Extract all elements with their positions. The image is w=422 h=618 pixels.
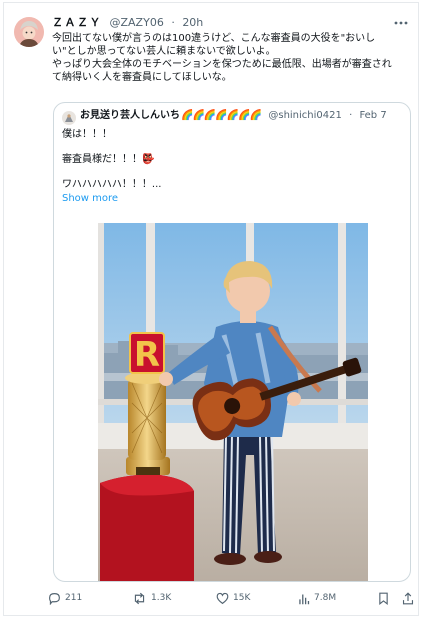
- author-name[interactable]: ＺＡＺＹ: [52, 16, 102, 29]
- quoted-header: お見送り芸人しんいち🌈🌈🌈🌈🌈🌈🌈 @shinichi0421 · Feb 7: [80, 108, 402, 124]
- quoted-photo[interactable]: R: [98, 223, 368, 581]
- quoted-text-line: 僕は！！！: [62, 129, 112, 140]
- tweet-card[interactable]: ＺＡＺＹ @ZAZY06 · 20h 今回出てない僕が言うのは100違うけど、こ…: [3, 2, 419, 616]
- show-more-link[interactable]: Show more: [62, 192, 161, 206]
- tweet-text-line: い"としか思ってない芸人に頼まないで欲しいよ。: [52, 46, 276, 57]
- share-icon: [402, 591, 414, 605]
- reply-button[interactable]: 211: [48, 590, 82, 606]
- quoted-date[interactable]: Feb 7: [359, 110, 386, 121]
- tweet-text-line: 今回出てない僕が言うのは100違うけど、こんな審査員の大役を"おいし: [52, 33, 376, 44]
- author-handle[interactable]: @ZAZY06: [110, 16, 164, 29]
- reply-count: 211: [65, 593, 83, 603]
- retweet-button[interactable]: 1.3K: [132, 590, 171, 606]
- avatar[interactable]: [14, 17, 44, 47]
- tweet-time[interactable]: 20h: [182, 16, 203, 29]
- trophy-letter: R: [134, 335, 160, 375]
- retweet-count: 1.3K: [151, 593, 172, 603]
- quoted-author-name[interactable]: お見送り芸人しんいち: [80, 110, 180, 121]
- rainbow-emojis: 🌈🌈🌈🌈🌈🌈🌈: [181, 110, 262, 121]
- retweet-icon: [132, 592, 147, 605]
- tweet-text-line: やっぱり大会全体のモチベーションを保つために最低限、出場者が審査され: [52, 59, 392, 70]
- share-button[interactable]: [402, 590, 414, 606]
- bookmark-icon: [378, 592, 389, 605]
- views-count: 7.8M: [314, 593, 337, 603]
- tweet-actions: 211 1.3K 15K 7.8M: [48, 590, 418, 606]
- quoted-text: 僕は！！！ 審査員様だ！！！👺 ワハハハハハ！！！... Show more: [62, 128, 161, 206]
- more-options-icon[interactable]: [392, 15, 410, 31]
- quoted-author-handle[interactable]: @shinichi0421: [268, 110, 342, 121]
- tweet-header: ＺＡＺＹ @ZAZY06 · 20h: [52, 15, 388, 31]
- tweet-text: 今回出てない僕が言うのは100違うけど、こんな審査員の大役を"おいし い"としか…: [52, 32, 414, 84]
- reply-icon: [48, 592, 61, 605]
- quoted-separator: ·: [349, 110, 353, 121]
- like-button[interactable]: 15K: [216, 590, 250, 606]
- views-icon: [298, 592, 310, 605]
- heart-icon: [216, 592, 229, 605]
- views-button[interactable]: 7.8M: [298, 590, 336, 606]
- quoted-text-line: 審査員様だ！！！👺: [62, 154, 155, 165]
- quoted-avatar[interactable]: [62, 110, 76, 125]
- header-separator: ·: [171, 16, 175, 29]
- bookmark-button[interactable]: [378, 590, 389, 606]
- quoted-tweet[interactable]: お見送り芸人しんいち🌈🌈🌈🌈🌈🌈🌈 @shinichi0421 · Feb 7 …: [53, 102, 411, 582]
- quoted-text-line: ワハハハハハ！！！...: [62, 179, 162, 190]
- like-count: 15K: [233, 593, 251, 603]
- tweet-text-line: て納得いく人を審査員にしてほしいな。: [52, 72, 232, 83]
